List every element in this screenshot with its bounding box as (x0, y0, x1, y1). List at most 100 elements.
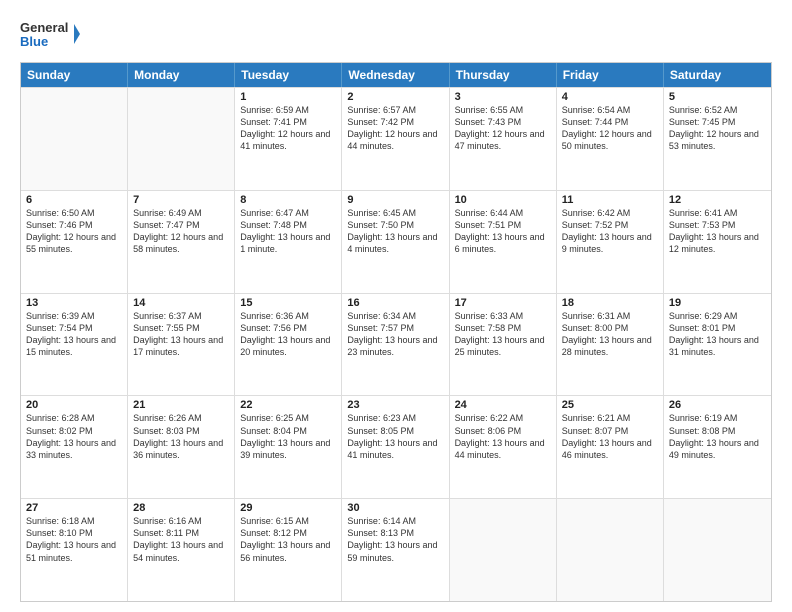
day-info: Sunrise: 6:41 AM Sunset: 7:53 PM Dayligh… (669, 207, 766, 256)
day-number: 10 (455, 194, 551, 206)
day-info: Sunrise: 6:29 AM Sunset: 8:01 PM Dayligh… (669, 310, 766, 359)
calendar-cell: 30Sunrise: 6:14 AM Sunset: 8:13 PM Dayli… (342, 499, 449, 601)
page: General Blue SundayMondayTuesdayWednesda… (0, 0, 792, 612)
calendar-cell: 15Sunrise: 6:36 AM Sunset: 7:56 PM Dayli… (235, 294, 342, 396)
calendar-cell: 22Sunrise: 6:25 AM Sunset: 8:04 PM Dayli… (235, 396, 342, 498)
day-number: 21 (133, 399, 229, 411)
day-number: 3 (455, 91, 551, 103)
calendar-cell: 8Sunrise: 6:47 AM Sunset: 7:48 PM Daylig… (235, 191, 342, 293)
day-info: Sunrise: 6:16 AM Sunset: 8:11 PM Dayligh… (133, 515, 229, 564)
calendar-cell (450, 499, 557, 601)
day-info: Sunrise: 6:59 AM Sunset: 7:41 PM Dayligh… (240, 104, 336, 153)
calendar-row: 6Sunrise: 6:50 AM Sunset: 7:46 PM Daylig… (21, 190, 771, 293)
day-number: 17 (455, 297, 551, 309)
calendar-cell (21, 88, 128, 190)
calendar-cell: 7Sunrise: 6:49 AM Sunset: 7:47 PM Daylig… (128, 191, 235, 293)
calendar-row: 1Sunrise: 6:59 AM Sunset: 7:41 PM Daylig… (21, 87, 771, 190)
day-info: Sunrise: 6:45 AM Sunset: 7:50 PM Dayligh… (347, 207, 443, 256)
day-number: 13 (26, 297, 122, 309)
day-number: 25 (562, 399, 658, 411)
calendar-cell: 18Sunrise: 6:31 AM Sunset: 8:00 PM Dayli… (557, 294, 664, 396)
day-info: Sunrise: 6:33 AM Sunset: 7:58 PM Dayligh… (455, 310, 551, 359)
calendar-header-cell: Monday (128, 63, 235, 87)
calendar-row: 13Sunrise: 6:39 AM Sunset: 7:54 PM Dayli… (21, 293, 771, 396)
day-info: Sunrise: 6:52 AM Sunset: 7:45 PM Dayligh… (669, 104, 766, 153)
day-number: 27 (26, 502, 122, 514)
day-info: Sunrise: 6:49 AM Sunset: 7:47 PM Dayligh… (133, 207, 229, 256)
day-info: Sunrise: 6:42 AM Sunset: 7:52 PM Dayligh… (562, 207, 658, 256)
calendar-cell: 2Sunrise: 6:57 AM Sunset: 7:42 PM Daylig… (342, 88, 449, 190)
calendar-header-row: SundayMondayTuesdayWednesdayThursdayFrid… (21, 63, 771, 87)
day-info: Sunrise: 6:57 AM Sunset: 7:42 PM Dayligh… (347, 104, 443, 153)
day-number: 7 (133, 194, 229, 206)
calendar-body: 1Sunrise: 6:59 AM Sunset: 7:41 PM Daylig… (21, 87, 771, 601)
calendar-cell: 19Sunrise: 6:29 AM Sunset: 8:01 PM Dayli… (664, 294, 771, 396)
day-number: 19 (669, 297, 766, 309)
calendar-cell: 24Sunrise: 6:22 AM Sunset: 8:06 PM Dayli… (450, 396, 557, 498)
calendar-cell: 16Sunrise: 6:34 AM Sunset: 7:57 PM Dayli… (342, 294, 449, 396)
svg-text:Blue: Blue (20, 34, 48, 49)
logo-svg: General Blue (20, 16, 80, 52)
day-number: 6 (26, 194, 122, 206)
day-info: Sunrise: 6:21 AM Sunset: 8:07 PM Dayligh… (562, 412, 658, 461)
day-info: Sunrise: 6:26 AM Sunset: 8:03 PM Dayligh… (133, 412, 229, 461)
calendar-cell: 13Sunrise: 6:39 AM Sunset: 7:54 PM Dayli… (21, 294, 128, 396)
calendar-header-cell: Saturday (664, 63, 771, 87)
day-info: Sunrise: 6:34 AM Sunset: 7:57 PM Dayligh… (347, 310, 443, 359)
calendar-cell: 11Sunrise: 6:42 AM Sunset: 7:52 PM Dayli… (557, 191, 664, 293)
day-number: 15 (240, 297, 336, 309)
calendar-cell (664, 499, 771, 601)
day-info: Sunrise: 6:14 AM Sunset: 8:13 PM Dayligh… (347, 515, 443, 564)
calendar-cell: 9Sunrise: 6:45 AM Sunset: 7:50 PM Daylig… (342, 191, 449, 293)
day-info: Sunrise: 6:36 AM Sunset: 7:56 PM Dayligh… (240, 310, 336, 359)
calendar-cell: 6Sunrise: 6:50 AM Sunset: 7:46 PM Daylig… (21, 191, 128, 293)
calendar-cell: 14Sunrise: 6:37 AM Sunset: 7:55 PM Dayli… (128, 294, 235, 396)
day-info: Sunrise: 6:31 AM Sunset: 8:00 PM Dayligh… (562, 310, 658, 359)
calendar: SundayMondayTuesdayWednesdayThursdayFrid… (20, 62, 772, 602)
day-info: Sunrise: 6:39 AM Sunset: 7:54 PM Dayligh… (26, 310, 122, 359)
calendar-row: 27Sunrise: 6:18 AM Sunset: 8:10 PM Dayli… (21, 498, 771, 601)
header: General Blue (20, 16, 772, 52)
calendar-cell: 5Sunrise: 6:52 AM Sunset: 7:45 PM Daylig… (664, 88, 771, 190)
day-number: 2 (347, 91, 443, 103)
day-number: 16 (347, 297, 443, 309)
day-info: Sunrise: 6:37 AM Sunset: 7:55 PM Dayligh… (133, 310, 229, 359)
calendar-cell: 29Sunrise: 6:15 AM Sunset: 8:12 PM Dayli… (235, 499, 342, 601)
day-number: 14 (133, 297, 229, 309)
calendar-cell: 17Sunrise: 6:33 AM Sunset: 7:58 PM Dayli… (450, 294, 557, 396)
day-number: 24 (455, 399, 551, 411)
calendar-cell: 10Sunrise: 6:44 AM Sunset: 7:51 PM Dayli… (450, 191, 557, 293)
calendar-header-cell: Wednesday (342, 63, 449, 87)
day-number: 30 (347, 502, 443, 514)
calendar-header-cell: Sunday (21, 63, 128, 87)
day-number: 4 (562, 91, 658, 103)
calendar-header-cell: Tuesday (235, 63, 342, 87)
day-info: Sunrise: 6:54 AM Sunset: 7:44 PM Dayligh… (562, 104, 658, 153)
calendar-cell: 1Sunrise: 6:59 AM Sunset: 7:41 PM Daylig… (235, 88, 342, 190)
calendar-cell: 23Sunrise: 6:23 AM Sunset: 8:05 PM Dayli… (342, 396, 449, 498)
calendar-cell: 21Sunrise: 6:26 AM Sunset: 8:03 PM Dayli… (128, 396, 235, 498)
calendar-header-cell: Thursday (450, 63, 557, 87)
calendar-cell: 28Sunrise: 6:16 AM Sunset: 8:11 PM Dayli… (128, 499, 235, 601)
day-number: 8 (240, 194, 336, 206)
day-info: Sunrise: 6:28 AM Sunset: 8:02 PM Dayligh… (26, 412, 122, 461)
calendar-cell: 3Sunrise: 6:55 AM Sunset: 7:43 PM Daylig… (450, 88, 557, 190)
calendar-row: 20Sunrise: 6:28 AM Sunset: 8:02 PM Dayli… (21, 395, 771, 498)
day-number: 26 (669, 399, 766, 411)
day-number: 29 (240, 502, 336, 514)
day-info: Sunrise: 6:44 AM Sunset: 7:51 PM Dayligh… (455, 207, 551, 256)
day-info: Sunrise: 6:47 AM Sunset: 7:48 PM Dayligh… (240, 207, 336, 256)
day-number: 23 (347, 399, 443, 411)
calendar-cell: 4Sunrise: 6:54 AM Sunset: 7:44 PM Daylig… (557, 88, 664, 190)
day-number: 1 (240, 91, 336, 103)
calendar-cell (128, 88, 235, 190)
svg-text:General: General (20, 20, 68, 35)
day-info: Sunrise: 6:19 AM Sunset: 8:08 PM Dayligh… (669, 412, 766, 461)
calendar-cell (557, 499, 664, 601)
day-number: 28 (133, 502, 229, 514)
day-info: Sunrise: 6:50 AM Sunset: 7:46 PM Dayligh… (26, 207, 122, 256)
calendar-cell: 12Sunrise: 6:41 AM Sunset: 7:53 PM Dayli… (664, 191, 771, 293)
calendar-cell: 27Sunrise: 6:18 AM Sunset: 8:10 PM Dayli… (21, 499, 128, 601)
day-number: 12 (669, 194, 766, 206)
day-number: 11 (562, 194, 658, 206)
